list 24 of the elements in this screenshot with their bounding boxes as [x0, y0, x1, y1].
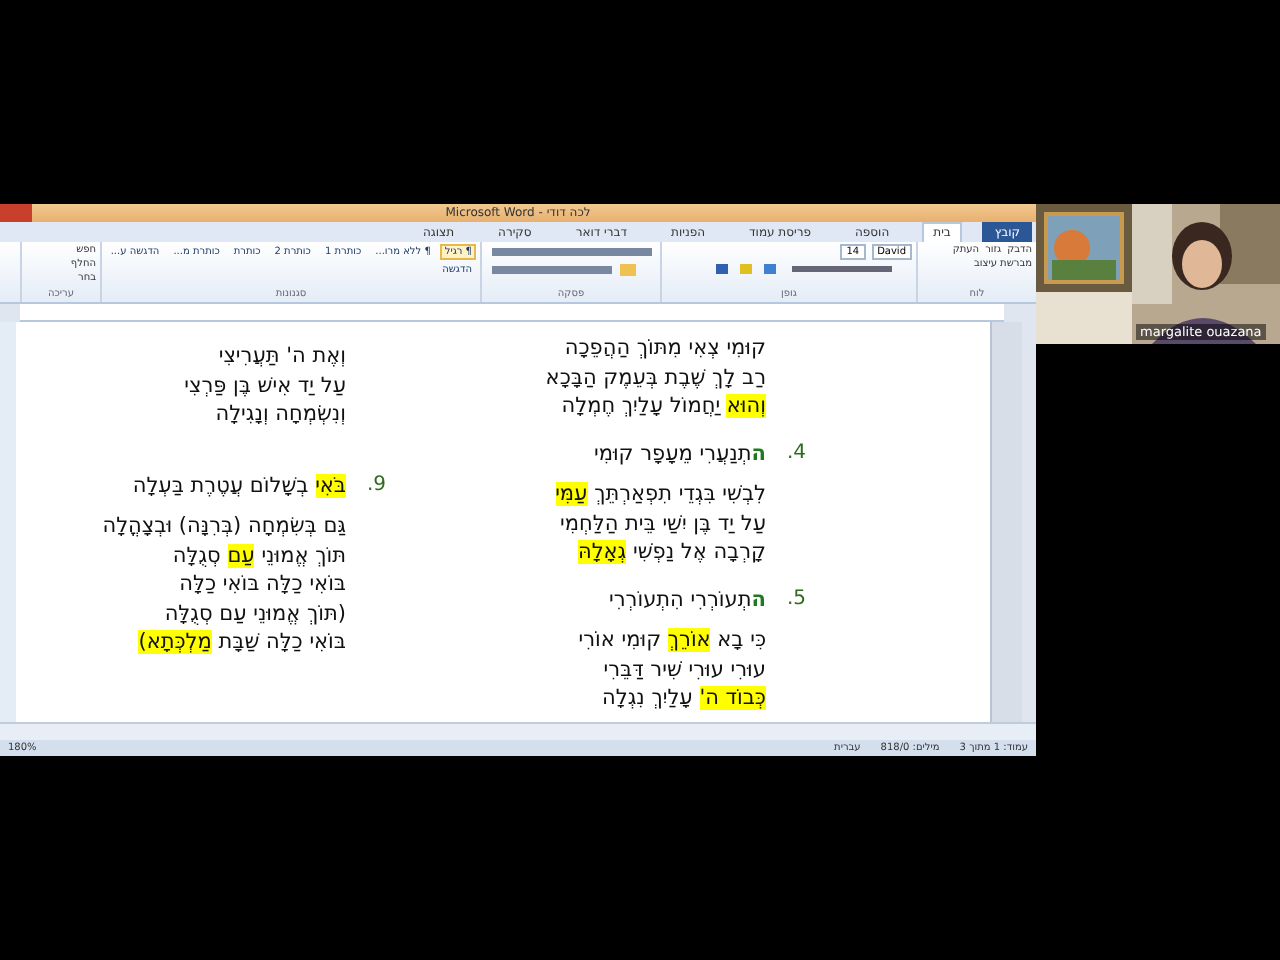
verse-line: בּוֹאִי כַלָּה בּוֹאִי כַלָּה — [177, 570, 346, 599]
verse-line: לִבְשִׁי בִּגְדֵי תִפְאַרְתֵּךְ עַמִּי — [553, 480, 766, 509]
horizontal-scrollbar[interactable] — [0, 722, 1036, 740]
verse-line: גַּם בְּשִׂמְחָה (בְּרִנָּה) וּבְצָהֳלָה — [100, 512, 346, 541]
verse-line: עַל יַד אִישׁ בֶּן פַּרְצִי — [182, 371, 346, 400]
paragraph-toolbar-icon[interactable] — [488, 244, 656, 280]
close-button[interactable] — [0, 204, 32, 222]
verse-line: תּוֹךְ אֱמוּנֵי עַם סְגֻלָּה — [170, 541, 346, 570]
stanza-number: 4. — [786, 439, 806, 467]
verse-line: עַל יַד בֶּן יִשַׁי בֵּית הַלַּחְמִי — [558, 509, 766, 538]
verse-line: כִּי בָא אוֹרֵךְ קוּמִי אוֹרִי — [576, 626, 766, 655]
vertical-scrollbar[interactable] — [990, 322, 1022, 722]
verse-line: קוּמִי צְאִי מִתּוֹךְ הַהֲפֵכָה — [562, 334, 766, 363]
verse-line: וְנִשְׂמְחָה וְנָגִילָה — [213, 400, 346, 429]
verse-line: רַב לָךְ שֶׁבֶת בְּעֵמֶק הַבָּכָא — [543, 363, 766, 392]
verse-line: עוּרִי עוּרִי שִׁיר דַּבֵּרִי — [601, 655, 766, 684]
verse-line: כְּבוֹד ה' עָלַיִךְ נִגְלָה — [600, 684, 766, 713]
stanza-number: 5. — [786, 585, 806, 613]
verse-line: קָרְבָה אֶל נַפְשִׁי גְאָלָהּ — [575, 538, 766, 567]
stanza-number: 9. — [366, 471, 386, 499]
verse-line: בּוֹאִי כַלָּה שַׁבָּת מַלְכְּתָא) — [136, 628, 346, 657]
verse-line: וְאֶת ה' תַּעֲרִיצִי — [216, 342, 346, 371]
verse-line: וְהוּא יַחֲמוֹל עָלַיִךְ חֶמְלָה — [559, 392, 766, 421]
verse-line: (תּוֹךְ אֱמוּנֵי עַם סְגֻלָּה — [162, 599, 346, 628]
